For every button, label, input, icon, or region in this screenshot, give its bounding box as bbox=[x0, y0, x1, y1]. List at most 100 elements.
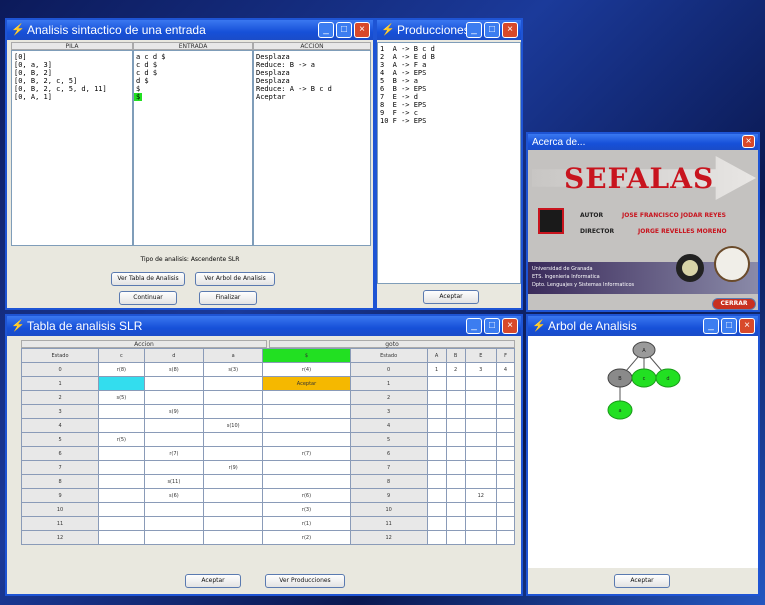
goto-cell[interactable] bbox=[426, 516, 447, 531]
goto-cell[interactable] bbox=[445, 390, 466, 405]
goto-cell[interactable] bbox=[496, 390, 515, 405]
maximize-icon[interactable]: □ bbox=[484, 318, 500, 334]
goto-cell[interactable] bbox=[464, 530, 498, 545]
accion-cell[interactable] bbox=[98, 502, 145, 517]
accion-cell[interactable] bbox=[98, 460, 145, 475]
accion-cell[interactable] bbox=[98, 488, 145, 503]
goto-cell[interactable] bbox=[464, 432, 498, 447]
goto-cell[interactable] bbox=[426, 376, 447, 391]
goto-cell[interactable] bbox=[464, 376, 498, 391]
accion-cell[interactable] bbox=[98, 474, 145, 489]
maximize-icon[interactable]: □ bbox=[336, 22, 352, 38]
close-icon[interactable]: × bbox=[502, 22, 518, 38]
goto-cell[interactable] bbox=[496, 376, 515, 391]
aceptar-button[interactable]: Aceptar bbox=[614, 574, 670, 588]
goto-cell[interactable] bbox=[464, 460, 498, 475]
aceptar-button[interactable]: Aceptar bbox=[185, 574, 241, 588]
accion-cell[interactable] bbox=[203, 530, 264, 545]
goto-cell[interactable] bbox=[445, 502, 466, 517]
accion-cell[interactable]: r(4) bbox=[262, 362, 351, 377]
goto-cell[interactable] bbox=[464, 502, 498, 517]
goto-cell[interactable] bbox=[445, 474, 466, 489]
goto-cell[interactable] bbox=[496, 432, 515, 447]
accion-cell[interactable] bbox=[143, 432, 205, 447]
accion-cell[interactable] bbox=[262, 390, 351, 405]
ver-arbol-button[interactable]: Ver Arbol de Analisis bbox=[195, 272, 275, 286]
accion-cell[interactable] bbox=[262, 404, 351, 419]
accion-cell[interactable]: r(2) bbox=[262, 530, 351, 545]
accion-cell[interactable] bbox=[143, 460, 205, 475]
accion-cell[interactable]: s(10) bbox=[203, 418, 264, 433]
minimize-icon[interactable]: _ bbox=[703, 318, 719, 334]
continuar-button[interactable]: Continuar bbox=[119, 291, 177, 305]
producciones-list[interactable]: 1 A -> B c d 2 A -> E d B 3 A -> F a 4 A… bbox=[377, 42, 521, 284]
accion-cell[interactable]: r(1) bbox=[262, 516, 351, 531]
ver-producciones-button[interactable]: Ver Producciones bbox=[265, 574, 345, 588]
accion-cell[interactable] bbox=[143, 502, 205, 517]
accion-cell[interactable]: s(8) bbox=[143, 362, 205, 377]
goto-cell[interactable] bbox=[426, 502, 447, 517]
goto-cell[interactable] bbox=[496, 418, 515, 433]
slr-table[interactable]: Estado c d a $ Estado A B E F 0 r(8) s(8) s(3) r(4) 0 1 2… bbox=[20, 348, 515, 545]
maximize-icon[interactable]: □ bbox=[484, 22, 500, 38]
accion-cell[interactable] bbox=[98, 530, 145, 545]
close-icon[interactable]: × bbox=[739, 318, 755, 334]
accion-cell[interactable] bbox=[98, 376, 145, 391]
goto-cell[interactable] bbox=[445, 488, 466, 503]
accion-cell[interactable]: r(5) bbox=[98, 432, 145, 447]
accion-cell[interactable] bbox=[203, 404, 264, 419]
accion-cell[interactable] bbox=[203, 390, 264, 405]
close-icon[interactable]: × bbox=[502, 318, 518, 334]
accion-cell[interactable] bbox=[98, 516, 145, 531]
goto-cell[interactable] bbox=[426, 446, 447, 461]
accion-cell[interactable] bbox=[262, 460, 351, 475]
accion-cell[interactable] bbox=[262, 418, 351, 433]
goto-cell[interactable] bbox=[426, 404, 447, 419]
goto-cell[interactable] bbox=[464, 474, 498, 489]
goto-cell[interactable] bbox=[445, 418, 466, 433]
accion-cell[interactable] bbox=[143, 390, 205, 405]
arbol-titlebar[interactable]: ⚡ Arbol de Analisis _ □ × bbox=[528, 316, 758, 336]
goto-cell[interactable] bbox=[426, 474, 447, 489]
tabla-titlebar[interactable]: ⚡ Tabla de analisis SLR _ □ × bbox=[7, 316, 521, 336]
goto-cell[interactable]: 4 bbox=[496, 362, 515, 377]
close-icon[interactable]: × bbox=[742, 135, 755, 148]
producciones-titlebar[interactable]: ⚡ Producciones _ □ × bbox=[377, 20, 521, 40]
goto-cell[interactable] bbox=[445, 432, 466, 447]
goto-cell[interactable]: 1 bbox=[426, 362, 447, 377]
goto-cell[interactable] bbox=[426, 530, 447, 545]
accion-cell[interactable]: r(9) bbox=[203, 460, 264, 475]
acerca-titlebar[interactable]: Acerca de... × bbox=[528, 134, 758, 150]
accion-cell[interactable]: s(6) bbox=[143, 488, 205, 503]
minimize-icon[interactable]: _ bbox=[318, 22, 334, 38]
accion-cell[interactable]: Aceptar bbox=[262, 376, 351, 391]
goto-cell[interactable] bbox=[445, 530, 466, 545]
accion-cell[interactable] bbox=[143, 376, 205, 391]
accion-cell[interactable]: r(6) bbox=[262, 488, 351, 503]
accion-cell[interactable]: s(11) bbox=[143, 474, 205, 489]
accion-cell[interactable] bbox=[98, 404, 145, 419]
minimize-icon[interactable]: _ bbox=[466, 318, 482, 334]
goto-cell[interactable] bbox=[445, 460, 466, 475]
accion-cell[interactable]: r(7) bbox=[143, 446, 205, 461]
maximize-icon[interactable]: □ bbox=[721, 318, 737, 334]
entrada-list[interactable]: a c d $ c d $ c d $ d $ $ $ bbox=[133, 50, 253, 246]
accion-cell[interactable]: s(5) bbox=[98, 390, 145, 405]
goto-cell[interactable] bbox=[445, 446, 466, 461]
goto-cell[interactable] bbox=[496, 502, 515, 517]
ver-tabla-button[interactable]: Ver Tabla de Analisis bbox=[111, 272, 185, 286]
cerrar-button[interactable]: CERRAR bbox=[712, 298, 756, 310]
goto-cell[interactable] bbox=[496, 446, 515, 461]
minimize-icon[interactable]: _ bbox=[466, 22, 482, 38]
accion-cell[interactable] bbox=[203, 446, 264, 461]
accion-cell[interactable] bbox=[203, 502, 264, 517]
pila-list[interactable]: [0] [0, a, 3] [0, B, 2] [0, B, 2, c, 5] … bbox=[11, 50, 133, 246]
goto-cell[interactable]: 2 bbox=[445, 362, 466, 377]
goto-cell[interactable] bbox=[426, 488, 447, 503]
accion-cell[interactable] bbox=[143, 530, 205, 545]
goto-cell[interactable]: 12 bbox=[464, 488, 498, 503]
goto-cell[interactable] bbox=[496, 404, 515, 419]
accion-cell[interactable] bbox=[143, 418, 205, 433]
goto-cell[interactable] bbox=[464, 390, 498, 405]
goto-cell[interactable] bbox=[496, 488, 515, 503]
